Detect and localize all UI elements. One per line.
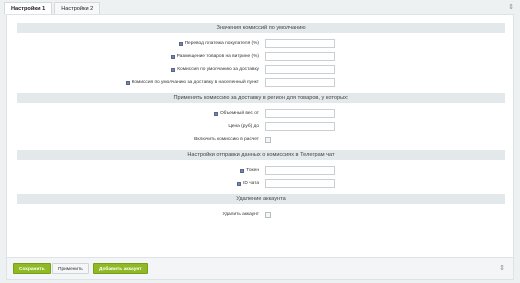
help-icon[interactable] xyxy=(236,181,241,186)
help-icon[interactable] xyxy=(178,41,183,46)
tab-settings-1[interactable]: Настройки 1 xyxy=(4,2,53,14)
section-header-delivery-region: Применять комиссию за доставку в регион … xyxy=(17,93,505,103)
telegram-chat-id-input[interactable] xyxy=(265,179,335,188)
form-row: Удалить аккаунт xyxy=(17,208,505,221)
telegram-token-input[interactable] xyxy=(265,166,335,175)
save-button[interactable]: Сохранить xyxy=(13,263,51,274)
form-row: Перевод платежа покупателя (%) xyxy=(17,37,505,50)
settings-panel: Значения комиссий по умолчанию Перевод п… xyxy=(6,14,514,258)
field-label: Размещение товаров на витрине (%) xyxy=(176,54,259,59)
showcase-placement-percent-input[interactable] xyxy=(265,52,335,61)
tab-settings-2[interactable]: Настройки 2 xyxy=(54,2,101,14)
checkbox-label: Включить комиссию в расчет xyxy=(194,137,259,142)
delivery-commission-input[interactable] xyxy=(265,65,335,74)
section-header-telegram: Настройки отправки данных о комиссиях в … xyxy=(17,150,505,160)
footer-bar: Сохранить Применить Добавить аккаунт ⇕ xyxy=(6,258,514,280)
form-row: Комиссия по умолчанию за доставку xyxy=(17,63,505,76)
include-commission-checkbox[interactable] xyxy=(265,137,271,143)
pin-icon[interactable]: ⇕ xyxy=(508,3,514,11)
field-label: Перевод платежа покупателя (%) xyxy=(184,41,259,46)
section-header-commission-defaults: Значения комиссий по умолчанию xyxy=(17,23,505,33)
field-label: ID чата xyxy=(242,181,259,186)
section-header-account-delete: Удаление аккаунта xyxy=(17,194,505,204)
form-row: Включить комиссию в расчет xyxy=(17,133,505,146)
volume-weight-from-input[interactable] xyxy=(265,109,335,118)
help-icon[interactable] xyxy=(240,168,245,173)
add-account-button[interactable]: Добавить аккаунт xyxy=(93,263,148,274)
field-label: Объемный вес от xyxy=(219,111,259,116)
settings-content: Значения комиссий по умолчанию Перевод п… xyxy=(17,15,505,221)
apply-button[interactable]: Применить xyxy=(52,263,89,274)
price-to-input[interactable] xyxy=(265,122,335,131)
delete-account-checkbox[interactable] xyxy=(265,212,271,218)
form-row: Комиссия по умолчанию за доставку в насе… xyxy=(17,76,505,89)
help-icon[interactable] xyxy=(125,80,130,85)
form-row: Токен xyxy=(17,164,505,177)
locality-delivery-commission-input[interactable] xyxy=(265,78,335,87)
pin-icon[interactable]: ⇕ xyxy=(499,264,505,272)
tab-bar: Настройки 1 Настройки 2 xyxy=(4,2,102,14)
field-label: Токен xyxy=(246,168,259,173)
help-icon[interactable] xyxy=(213,111,218,116)
form-row: ID чата xyxy=(17,177,505,190)
form-row: Объемный вес от xyxy=(17,107,505,120)
field-label: Комиссия по умолчанию за доставку xyxy=(177,67,259,72)
payment-transfer-percent-input[interactable] xyxy=(265,39,335,48)
field-label: Комиссия по умолчанию за доставку в насе… xyxy=(131,80,259,85)
checkbox-label: Удалить аккаунт xyxy=(222,212,259,217)
form-row: Размещение товаров на витрине (%) xyxy=(17,50,505,63)
form-row: Цена (руб) до xyxy=(17,120,505,133)
help-icon[interactable] xyxy=(171,67,176,72)
help-icon[interactable] xyxy=(170,54,175,59)
field-label: Цена (руб) до xyxy=(228,124,259,129)
